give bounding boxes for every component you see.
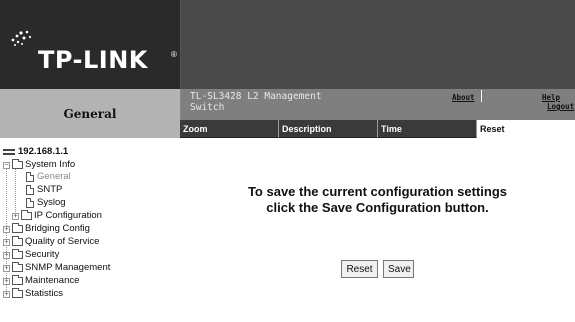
tree-item-label: Quality of Service: [25, 236, 100, 247]
tree-item-sntp[interactable]: SNTP: [26, 184, 62, 196]
logo: TP-LINK ®: [0, 0, 181, 89]
folder-icon: [12, 262, 23, 272]
tree-item-label: Maintenance: [25, 275, 80, 286]
tree-item-syslog[interactable]: Syslog: [26, 197, 66, 209]
tree-item-statistics[interactable]: + Statistics: [3, 288, 63, 300]
tree-item-bridging-config[interactable]: + Bridging Config: [3, 223, 90, 235]
tree-item-label: Security: [25, 249, 60, 260]
tree-item-label: SNTP: [37, 184, 63, 195]
collapse-icon: −: [3, 161, 10, 169]
expand-icon: +: [12, 212, 19, 220]
tree-item-snmp-management[interactable]: + SNMP Management: [3, 262, 110, 274]
tree-item-security[interactable]: + Security: [3, 249, 59, 261]
folder-icon: [12, 249, 23, 259]
navigation-tree: 192.168.1.1 − System Info General SNTP S…: [0, 138, 180, 322]
section-title: General: [0, 89, 181, 138]
instruction-message: To save the current configuration settin…: [180, 184, 575, 216]
registered-mark: ®: [171, 50, 177, 59]
tree-item-label: Statistics: [25, 288, 64, 299]
tree-item-label: Bridging Config: [25, 223, 90, 234]
tree-root[interactable]: 192.168.1.1: [3, 146, 68, 158]
folder-icon: [12, 275, 23, 285]
link-separator: [481, 90, 482, 102]
tree-item-quality-of-service[interactable]: + Quality of Service: [3, 236, 99, 248]
folder-icon: [12, 288, 23, 298]
logout-link[interactable]: Logout: [547, 102, 574, 111]
message-line-1: To save the current configuration settin…: [247, 184, 508, 199]
expand-icon: +: [3, 225, 10, 233]
brand-name: TP-LINK: [38, 46, 148, 74]
save-button[interactable]: Save: [383, 260, 414, 278]
tree-item-maintenance[interactable]: + Maintenance: [3, 275, 79, 287]
expand-icon: +: [3, 277, 10, 285]
tree-item-general[interactable]: General: [26, 171, 71, 183]
tree-item-label: System Info: [25, 159, 76, 170]
device-title: TL-SL3428 L2 Management Switch: [190, 91, 322, 113]
tree-item-label: IP Configuration: [34, 210, 102, 221]
page-icon: [26, 185, 34, 195]
tree-root-label: 192.168.1.1: [18, 146, 69, 157]
expand-icon: +: [3, 264, 10, 272]
message-line-2: click the Save Configuration button.: [266, 200, 489, 215]
tab-time[interactable]: Time: [378, 120, 477, 138]
tree-item-label: SNMP Management: [25, 262, 111, 273]
folder-open-icon: [12, 159, 23, 169]
help-link[interactable]: Help: [542, 93, 560, 102]
tab-description[interactable]: Description: [279, 120, 378, 138]
tree-item-system-info[interactable]: − System Info: [3, 159, 75, 171]
tree-connector: [15, 168, 16, 212]
expand-icon: +: [3, 238, 10, 246]
network-icon: [3, 149, 15, 155]
folder-icon: [21, 210, 32, 220]
tree-item-ip-configuration[interactable]: + IP Configuration: [12, 210, 102, 222]
expand-icon: +: [3, 251, 10, 259]
tab-reset[interactable]: Reset: [477, 120, 575, 138]
folder-icon: [12, 236, 23, 246]
page-icon: [26, 198, 34, 208]
reset-button[interactable]: Reset: [341, 260, 378, 278]
expand-icon: +: [3, 290, 10, 298]
tree-item-label: General: [37, 171, 71, 182]
tab-bar: Zoom Description Time Reset: [180, 120, 575, 138]
folder-icon: [12, 223, 23, 233]
tree-item-label: Syslog: [37, 197, 66, 208]
about-link[interactable]: About: [452, 93, 475, 102]
logo-dots-icon: [11, 30, 32, 46]
page-icon: [26, 172, 34, 182]
tab-zoom[interactable]: Zoom: [180, 120, 279, 138]
